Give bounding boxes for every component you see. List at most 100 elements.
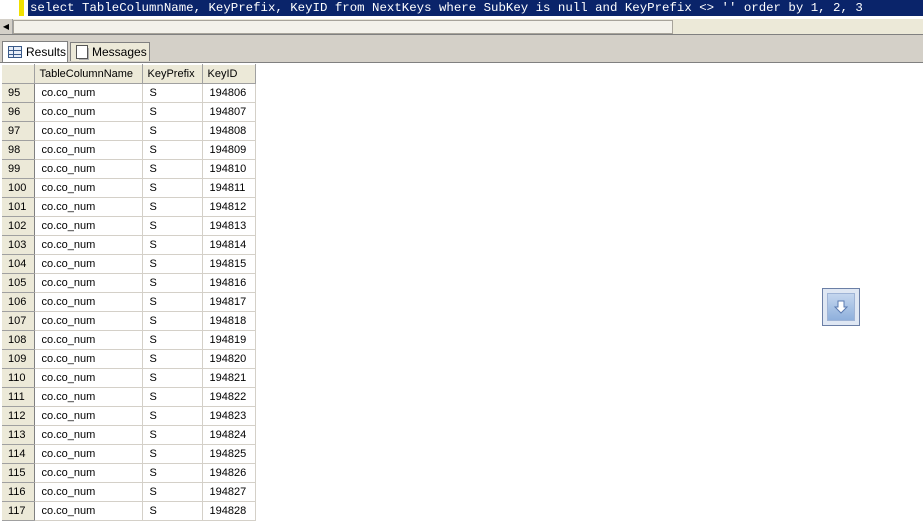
table-row[interactable]: 112 co.co_num S 194823 [2,406,256,426]
cell-tablecolumnname[interactable]: co.co_num [34,121,143,141]
table-row[interactable]: 113 co.co_num S 194824 [2,425,256,445]
row-number-header[interactable] [2,64,35,84]
cell-keyprefix[interactable]: S [142,121,203,141]
scroll-down-button[interactable] [822,288,860,326]
cell-tablecolumnname[interactable]: co.co_num [34,330,143,350]
cell-keyprefix[interactable]: S [142,311,203,331]
cell-tablecolumnname[interactable]: co.co_num [34,235,143,255]
cell-keyprefix[interactable]: S [142,368,203,388]
cell-keyid[interactable]: 194811 [202,178,256,198]
cell-keyid[interactable]: 194819 [202,330,256,350]
cell-tablecolumnname[interactable]: co.co_num [34,425,143,445]
cell-keyprefix[interactable]: S [142,444,203,464]
cell-keyprefix[interactable]: S [142,349,203,369]
cell-keyid[interactable]: 194828 [202,501,256,521]
sql-editor[interactable]: select TableColumnName, KeyPrefix, KeyID… [0,0,923,20]
cell-keyprefix[interactable]: S [142,159,203,179]
cell-keyprefix[interactable]: S [142,273,203,293]
cell-keyprefix[interactable]: S [142,425,203,445]
tab-messages[interactable]: Messages [70,42,150,61]
cell-keyprefix[interactable]: S [142,292,203,312]
row-number-cell[interactable]: 109 [2,349,35,369]
row-number-cell[interactable]: 112 [2,406,35,426]
cell-keyid[interactable]: 194810 [202,159,256,179]
cell-tablecolumnname[interactable]: co.co_num [34,102,143,122]
table-row[interactable]: 116 co.co_num S 194827 [2,482,256,502]
cell-keyprefix[interactable]: S [142,463,203,483]
table-row[interactable]: 108 co.co_num S 194819 [2,330,256,350]
row-number-cell[interactable]: 113 [2,425,35,445]
table-row[interactable]: 102 co.co_num S 194813 [2,216,256,236]
cell-keyid[interactable]: 194825 [202,444,256,464]
cell-keyprefix[interactable]: S [142,83,203,103]
table-row[interactable]: 96 co.co_num S 194807 [2,102,256,122]
cell-keyid[interactable]: 194823 [202,406,256,426]
cell-keyid[interactable]: 194807 [202,102,256,122]
row-number-cell[interactable]: 98 [2,140,35,160]
cell-tablecolumnname[interactable]: co.co_num [34,216,143,236]
row-number-cell[interactable]: 103 [2,235,35,255]
table-row[interactable]: 115 co.co_num S 194826 [2,463,256,483]
row-number-cell[interactable]: 117 [2,501,35,521]
cell-tablecolumnname[interactable]: co.co_num [34,482,143,502]
cell-keyprefix[interactable]: S [142,235,203,255]
cell-keyid[interactable]: 194816 [202,273,256,293]
cell-keyprefix[interactable]: S [142,102,203,122]
column-header-keyid[interactable]: KeyID [202,64,256,84]
table-row[interactable]: 104 co.co_num S 194815 [2,254,256,274]
cell-keyprefix[interactable]: S [142,501,203,521]
cell-keyprefix[interactable]: S [142,178,203,198]
row-number-cell[interactable]: 96 [2,102,35,122]
cell-tablecolumnname[interactable]: co.co_num [34,349,143,369]
row-number-cell[interactable]: 100 [2,178,35,198]
table-row[interactable]: 95 co.co_num S 194806 [2,83,256,103]
cell-keyid[interactable]: 194826 [202,463,256,483]
row-number-cell[interactable]: 116 [2,482,35,502]
cell-keyid[interactable]: 194806 [202,83,256,103]
cell-keyid[interactable]: 194814 [202,235,256,255]
cell-keyid[interactable]: 194818 [202,311,256,331]
cell-keyprefix[interactable]: S [142,387,203,407]
table-row[interactable]: 103 co.co_num S 194814 [2,235,256,255]
column-header-keyprefix[interactable]: KeyPrefix [142,64,203,84]
cell-keyprefix[interactable]: S [142,254,203,274]
table-row[interactable]: 101 co.co_num S 194812 [2,197,256,217]
table-row[interactable]: 110 co.co_num S 194821 [2,368,256,388]
row-number-cell[interactable]: 106 [2,292,35,312]
cell-keyid[interactable]: 194809 [202,140,256,160]
table-row[interactable]: 109 co.co_num S 194820 [2,349,256,369]
cell-tablecolumnname[interactable]: co.co_num [34,83,143,103]
table-row[interactable]: 100 co.co_num S 194811 [2,178,256,198]
row-number-cell[interactable]: 107 [2,311,35,331]
cell-keyprefix[interactable]: S [142,216,203,236]
editor-horizontal-scrollbar[interactable]: ◀ [0,19,923,35]
table-row[interactable]: 105 co.co_num S 194816 [2,273,256,293]
sql-query-text[interactable]: select TableColumnName, KeyPrefix, KeyID… [28,0,923,16]
column-header-tablecolumnname[interactable]: TableColumnName [34,64,143,84]
cell-keyprefix[interactable]: S [142,197,203,217]
cell-tablecolumnname[interactable]: co.co_num [34,311,143,331]
tab-results[interactable]: Results [2,41,68,62]
row-number-cell[interactable]: 104 [2,254,35,274]
results-grid[interactable]: TableColumnName KeyPrefix KeyID 95 co.co_… [2,64,256,521]
cell-keyprefix[interactable]: S [142,482,203,502]
cell-tablecolumnname[interactable]: co.co_num [34,273,143,293]
table-row[interactable]: 98 co.co_num S 194809 [2,140,256,160]
cell-tablecolumnname[interactable]: co.co_num [34,501,143,521]
cell-keyid[interactable]: 194815 [202,254,256,274]
cell-tablecolumnname[interactable]: co.co_num [34,387,143,407]
row-number-cell[interactable]: 111 [2,387,35,407]
row-number-cell[interactable]: 95 [2,83,35,103]
table-row[interactable]: 99 co.co_num S 194810 [2,159,256,179]
cell-tablecolumnname[interactable]: co.co_num [34,463,143,483]
row-number-cell[interactable]: 114 [2,444,35,464]
cell-tablecolumnname[interactable]: co.co_num [34,140,143,160]
row-number-cell[interactable]: 102 [2,216,35,236]
table-row[interactable]: 107 co.co_num S 194818 [2,311,256,331]
row-number-cell[interactable]: 108 [2,330,35,350]
row-number-cell[interactable]: 99 [2,159,35,179]
cell-keyid[interactable]: 194822 [202,387,256,407]
cell-keyprefix[interactable]: S [142,140,203,160]
cell-keyid[interactable]: 194827 [202,482,256,502]
table-row[interactable]: 114 co.co_num S 194825 [2,444,256,464]
